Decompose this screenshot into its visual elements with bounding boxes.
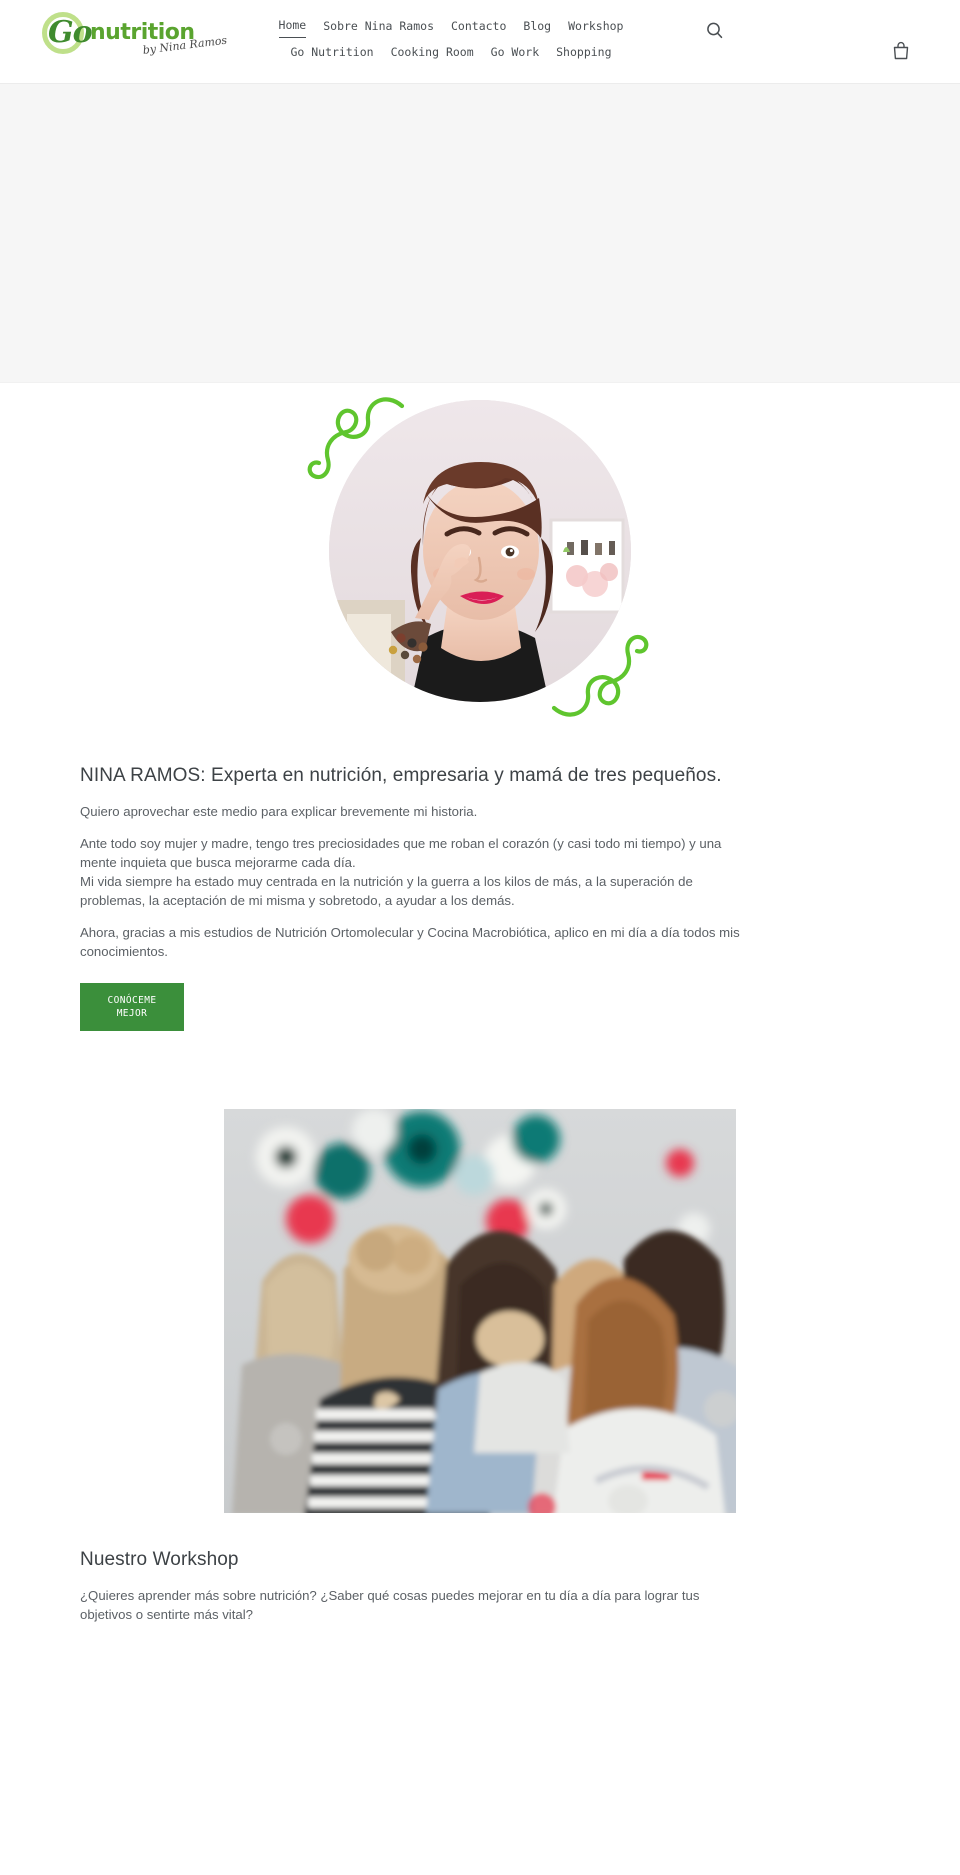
shopping-bag-icon[interactable] [888, 38, 914, 64]
about-paragraph-2: Ante todo soy mujer y madre, tengo tres … [80, 836, 722, 870]
nina-ramos-portrait [329, 400, 631, 702]
workshop-heading: Nuestro Workshop [80, 1549, 239, 1570]
nav-item-sobre-nina-ramos[interactable]: Sobre Nina Ramos [323, 15, 434, 37]
nav-item-go-work[interactable]: Go Work [491, 41, 539, 63]
nav-row-primary: Home Sobre Nina Ramos Contacto Blog Work… [236, 14, 666, 38]
about-paragraph-3: Mi vida siempre ha estado muy centrada e… [80, 874, 693, 908]
search-icon[interactable] [702, 18, 728, 44]
cta-line-1: CONÓCEME [107, 995, 157, 1006]
nav-item-contacto[interactable]: Contacto [451, 15, 506, 37]
nav-item-shopping[interactable]: Shopping [556, 41, 611, 63]
logo-go-text: Go [48, 15, 93, 50]
workshop-paragraph: ¿Quieres aprender más sobre nutrición? ¿… [80, 1588, 700, 1622]
nav-row-secondary: Go Nutrition Cooking Room Go Work Shoppi… [236, 41, 666, 63]
cta-line-2: MEJOR [116, 1008, 148, 1019]
workshop-section: Nuestro Workshop ¿Quieres aprender más s… [0, 1109, 960, 1624]
workshop-photo [224, 1109, 736, 1513]
about-text-section: NINA RAMOS: Experta en nutrición, empres… [0, 763, 960, 1031]
nav-item-go-nutrition[interactable]: Go Nutrition [290, 41, 373, 63]
workshop-text-block: Nuestro Workshop ¿Quieres aprender más s… [0, 1547, 960, 1624]
site-header: Go nutrition by Nina Ramos Home Sobre Ni… [0, 0, 960, 84]
main-navigation: Home Sobre Nina Ramos Contacto Blog Work… [236, 14, 666, 63]
about-paragraph-4: Ahora, gracias a mis estudios de Nutrici… [80, 925, 740, 959]
nav-item-blog[interactable]: Blog [523, 15, 551, 37]
about-paragraph-1: Quiero aprovechar este medio para explic… [80, 804, 478, 819]
portrait-with-swirls [307, 397, 650, 740]
hero-banner-placeholder [0, 84, 960, 383]
about-heading: NINA RAMOS: Experta en nutrición, empres… [80, 765, 722, 786]
about-portrait-section [0, 383, 960, 763]
conoceme-mejor-button[interactable]: CONÓCEME MEJOR [80, 983, 184, 1031]
nav-item-cooking-room[interactable]: Cooking Room [391, 41, 474, 63]
nav-item-workshop[interactable]: Workshop [568, 15, 623, 37]
site-logo[interactable]: Go nutrition by Nina Ramos [32, 6, 232, 62]
nav-item-home[interactable]: Home [278, 14, 307, 38]
